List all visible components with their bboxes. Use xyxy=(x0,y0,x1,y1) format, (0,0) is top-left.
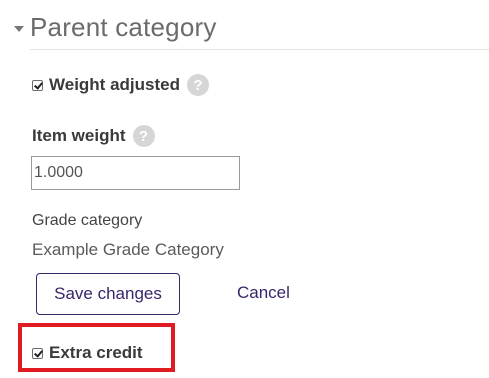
help-icon[interactable]: ? xyxy=(186,74,209,96)
item-weight-input[interactable]: 1.0000 xyxy=(31,156,240,190)
help-icon[interactable]: ? xyxy=(132,125,155,147)
checkmark-icon xyxy=(34,79,43,90)
section-legend[interactable]: Parent category xyxy=(14,12,217,43)
grade-category-label: Grade category xyxy=(32,212,143,229)
save-changes-button[interactable]: Save changes xyxy=(36,273,180,315)
item-weight-label: Item weight xyxy=(32,126,126,145)
caret-down-icon[interactable] xyxy=(14,25,24,32)
grade-item-form: Parent category Weight adjusted ? Item w… xyxy=(0,0,489,378)
grade-category-value: Example Grade Category xyxy=(32,240,224,259)
item-weight-label-row: Item weight ? xyxy=(32,125,155,147)
section-divider xyxy=(30,49,489,50)
cancel-button[interactable]: Cancel xyxy=(237,283,290,303)
highlight-box xyxy=(18,323,175,372)
weight-adjusted-checkbox[interactable] xyxy=(32,79,43,91)
section-title[interactable]: Parent category xyxy=(30,12,217,43)
weight-adjusted-label[interactable]: Weight adjusted xyxy=(49,75,180,95)
weight-adjusted-row: Weight adjusted ? xyxy=(32,74,209,96)
